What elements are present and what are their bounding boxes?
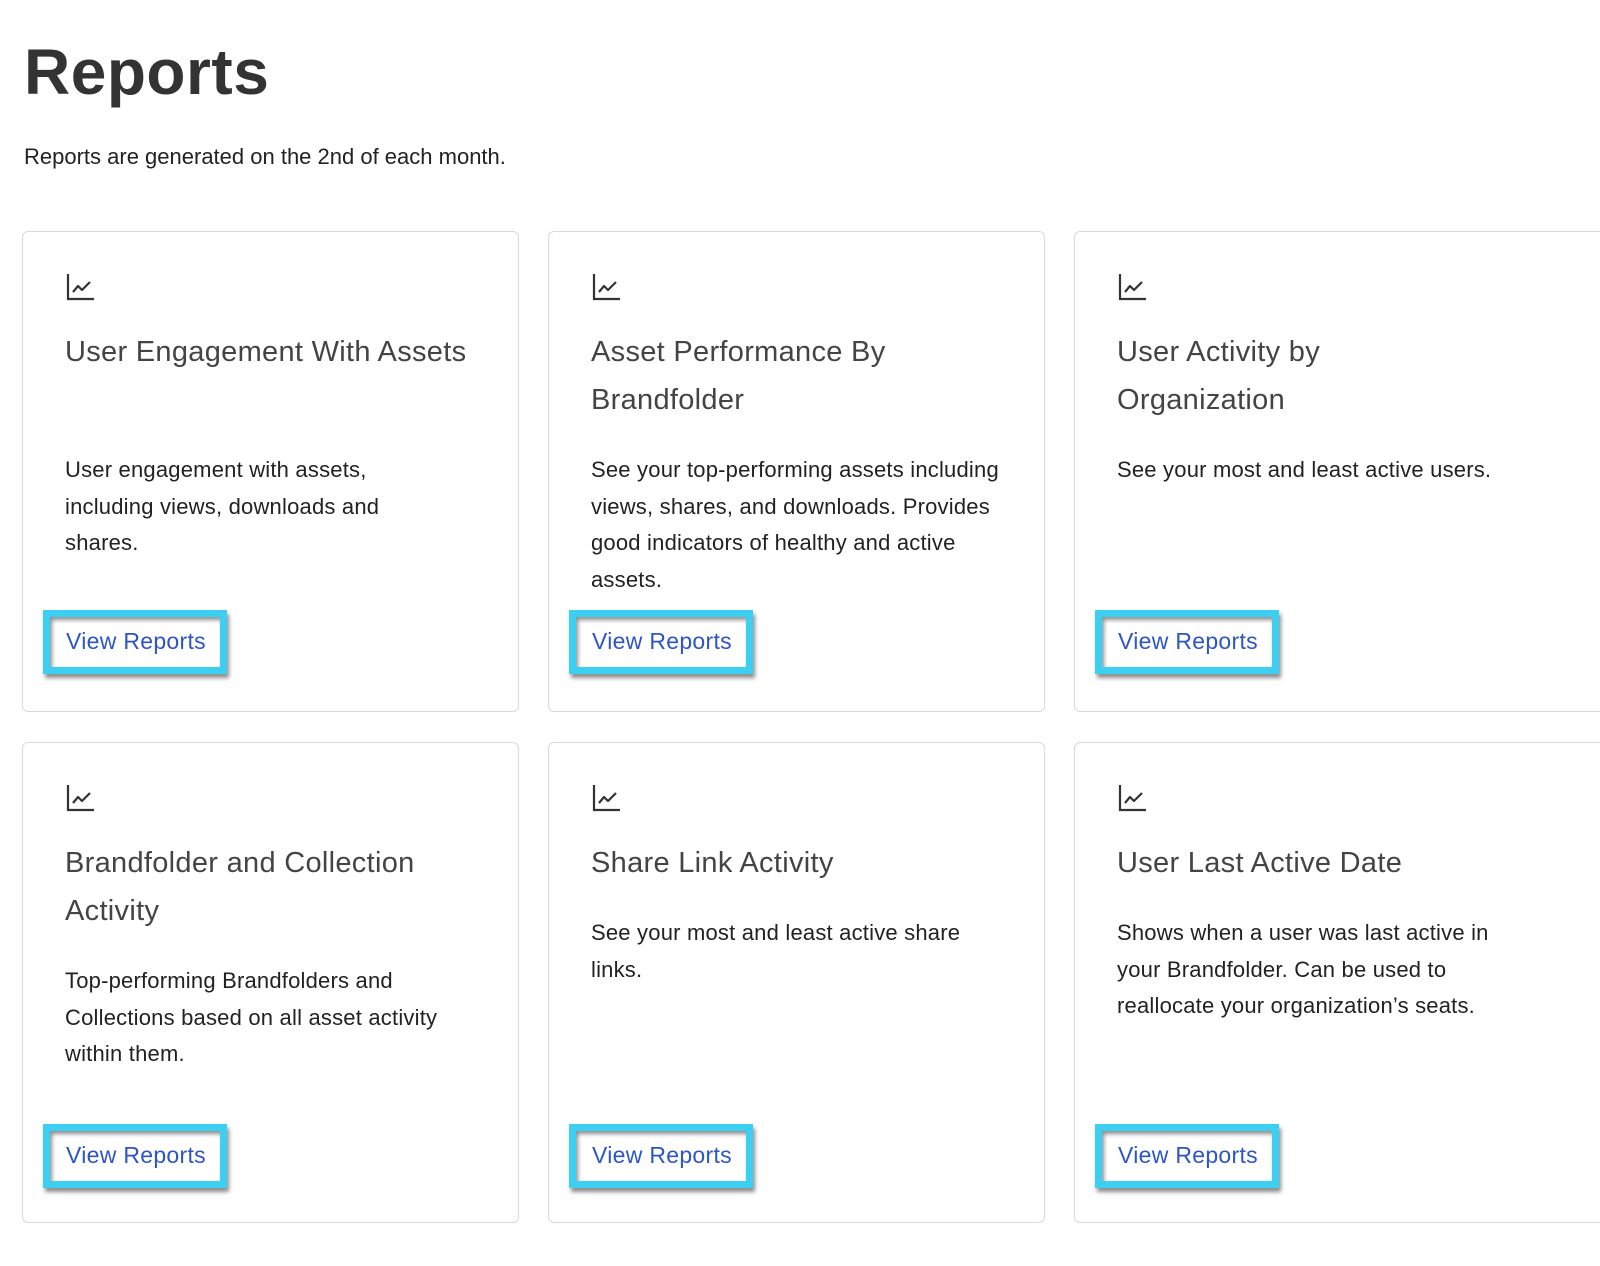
report-card-user-last-active: User Last Active Date Shows when a user … (1074, 742, 1600, 1223)
report-card-asset-performance: Asset Performance By Brandfolder See you… (548, 231, 1045, 712)
card-title: Share Link Activity (591, 847, 834, 879)
view-reports-button[interactable]: View Reports (66, 627, 206, 655)
view-reports-button[interactable]: View Reports (66, 1141, 206, 1169)
line-chart-icon (1118, 274, 1146, 301)
card-title: User Activity by Organization (1117, 336, 1321, 416)
line-chart-icon (66, 785, 94, 812)
page-subtitle: Reports are generated on the 2nd of each… (24, 144, 506, 169)
card-title: User Last Active Date (1117, 847, 1403, 879)
highlight-box: View Reports (43, 610, 227, 674)
line-chart-icon (592, 785, 620, 812)
card-description: See your most and least active share lin… (591, 920, 961, 982)
page-title: Reports (24, 36, 270, 108)
card-description: See your most and least active users. (1117, 457, 1492, 482)
highlight-box: View Reports (1095, 1124, 1279, 1188)
view-reports-button[interactable]: View Reports (1118, 627, 1258, 655)
card-description: Shows when a user was last active in you… (1117, 920, 1489, 1018)
card-title: Asset Performance By Brandfolder (591, 336, 886, 416)
highlight-box: View Reports (569, 610, 753, 674)
highlight-box: View Reports (569, 1124, 753, 1188)
highlight-box: View Reports (1095, 610, 1279, 674)
view-reports-button[interactable]: View Reports (592, 1141, 732, 1169)
card-title: Brandfolder and Collection Activity (65, 847, 415, 927)
card-title: User Engagement With Assets (65, 336, 467, 368)
report-card-share-link: Share Link Activity See your most and le… (548, 742, 1045, 1223)
report-card-user-activity: User Activity by Organization See your m… (1074, 231, 1600, 712)
line-chart-icon (1118, 785, 1146, 812)
report-card-user-engagement: User Engagement With Assets User engagem… (22, 231, 519, 712)
line-chart-icon (66, 274, 94, 301)
report-card-brandfolder-collection: Brandfolder and Collection Activity Top-… (22, 742, 519, 1223)
line-chart-icon (592, 274, 620, 301)
card-description: See your top-performing assets including… (591, 457, 999, 592)
view-reports-button[interactable]: View Reports (1118, 1141, 1258, 1169)
card-description: User engagement with assets, including v… (65, 457, 380, 555)
highlight-box: View Reports (43, 1124, 227, 1188)
view-reports-button[interactable]: View Reports (592, 627, 732, 655)
card-description: Top-performing Brandfolders and Collecti… (65, 968, 438, 1066)
